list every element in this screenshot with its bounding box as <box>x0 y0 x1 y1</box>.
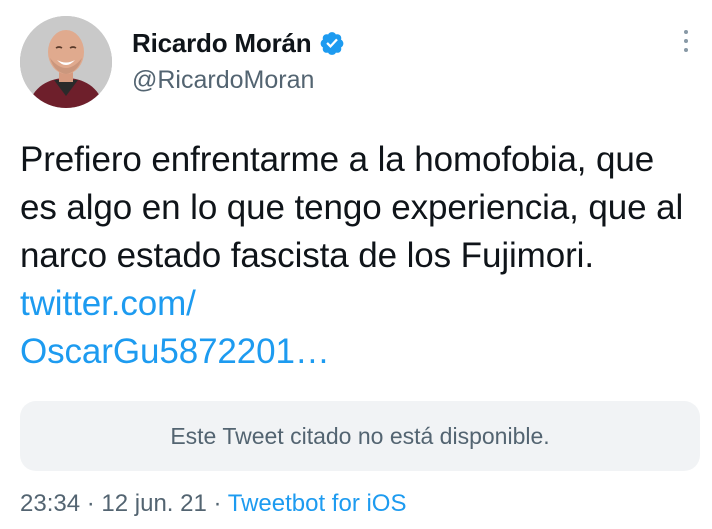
more-options-icon[interactable] <box>680 30 692 60</box>
quote-unavailable-text: Este Tweet citado no está disponible. <box>170 422 550 449</box>
avatar-photo <box>20 16 112 108</box>
display-name-row: Ricardo Morán <box>132 26 345 60</box>
tweet-body: Prefiero enfrentarme a la homofobia, que… <box>20 140 684 275</box>
meta-separator-2: · <box>213 490 222 517</box>
author-info: Ricardo Morán @RicardoMoran <box>132 26 345 95</box>
verified-badge-icon <box>319 30 345 56</box>
tweet-metadata: 23:34 · 12 jun. 21 · Tweetbot for iOS <box>20 490 406 518</box>
user-handle[interactable]: @RicardoMoran <box>132 66 345 95</box>
avatar[interactable] <box>20 16 112 108</box>
tweet-link-part2: OscarGu5872201… <box>20 332 330 371</box>
tweet-text: Prefiero enfrentarme a la homofobia, que… <box>20 136 690 376</box>
tweet-link[interactable]: twitter.com/OscarGu5872201… <box>20 284 330 371</box>
tweet-card: Ricardo Morán @RicardoMoran Prefiero enf… <box>0 0 712 529</box>
tweet-time[interactable]: 23:34 <box>20 490 80 517</box>
quoted-tweet-unavailable: Este Tweet citado no está disponible. <box>20 401 700 471</box>
display-name[interactable]: Ricardo Morán <box>132 28 312 59</box>
tweet-source[interactable]: Tweetbot for iOS <box>228 490 407 517</box>
meta-separator: · <box>86 490 95 517</box>
tweet-date[interactable]: 12 jun. 21 <box>101 490 206 517</box>
tweet-link-part1: twitter.com/ <box>20 284 196 323</box>
